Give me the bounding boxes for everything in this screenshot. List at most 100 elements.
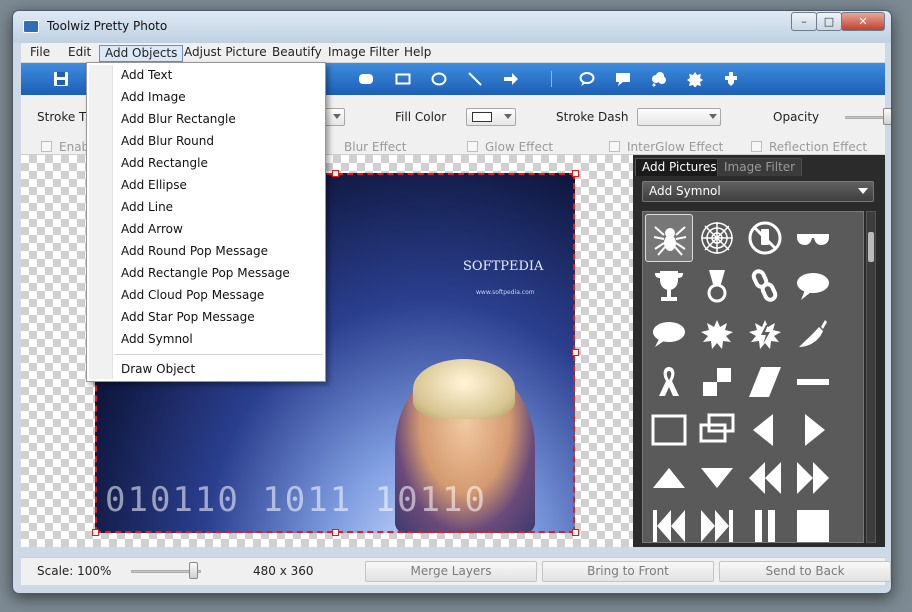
menu-item-add-image[interactable]: Add Image [121, 88, 186, 106]
menu-item-add-symnol[interactable]: Add Symnol [121, 330, 193, 348]
symbol-triangle-down[interactable] [693, 454, 741, 502]
menu-item-add-blur-rectangle[interactable]: Add Blur Rectangle [121, 110, 236, 128]
symbol-triangle-right[interactable] [789, 406, 837, 454]
menu-item-add-line[interactable]: Add Line [121, 198, 173, 216]
menu-item-add-round-pop-message[interactable]: Add Round Pop Message [121, 242, 268, 260]
star-pop-icon[interactable] [687, 71, 703, 87]
symbol-rectangle-outline[interactable] [645, 406, 693, 454]
interglow-effect-checkbox[interactable] [609, 141, 620, 152]
symbol-pause-bars[interactable] [741, 502, 789, 542]
reflection-effect-checkbox[interactable] [751, 141, 762, 152]
menu-file[interactable]: File [25, 45, 55, 62]
menu-item-add-text[interactable]: Add Text [121, 66, 172, 84]
symbol-pepper[interactable] [789, 310, 837, 358]
symbol-step-squares[interactable] [693, 358, 741, 406]
side-panel: Add Pictures Image Filter Add Symnol [633, 155, 885, 547]
symbol-double-left[interactable] [741, 454, 789, 502]
symbol-skip-right[interactable] [693, 502, 741, 542]
resize-handle-right[interactable] [572, 349, 579, 356]
menu-item-add-star-pop-message[interactable]: Add Star Pop Message [121, 308, 255, 326]
resize-handle-top-right[interactable] [572, 170, 579, 177]
image-dimensions: 480 x 360 [253, 564, 314, 578]
close-button[interactable]: ✕ [841, 12, 885, 31]
menu-item-add-cloud-pop-message[interactable]: Add Cloud Pop Message [121, 286, 264, 304]
bring-to-front-button[interactable]: Bring to Front [542, 561, 714, 582]
arrow-icon[interactable] [503, 71, 519, 87]
symbol-grid-scrollbar[interactable] [866, 211, 876, 543]
menu-item-draw-object[interactable]: Draw Object [121, 360, 195, 378]
resize-handle-bottom[interactable] [332, 529, 339, 536]
glow-effect-checkbox[interactable] [467, 141, 478, 152]
symbol-icon[interactable] [723, 71, 739, 87]
menu-item-add-arrow[interactable]: Add Arrow [121, 220, 183, 238]
rounded-rectangle-icon[interactable] [358, 71, 374, 87]
tab-add-pictures[interactable]: Add Pictures [635, 158, 724, 176]
symbol-skip-left[interactable] [645, 502, 693, 542]
symbol-triangle-up[interactable] [645, 454, 693, 502]
menu-item-add-ellipse[interactable]: Add Ellipse [121, 176, 187, 194]
minimize-button[interactable]: – [791, 12, 817, 31]
symbol-speech-bubble[interactable] [789, 262, 837, 310]
resize-handle-top[interactable] [332, 170, 339, 177]
symbol-category-select[interactable]: Add Symnol [642, 181, 874, 202]
app-icon [23, 20, 39, 33]
merge-layers-button[interactable]: Merge Layers [365, 561, 537, 582]
symbol-trophy[interactable] [645, 262, 693, 310]
symbol-burst-lightning[interactable] [741, 310, 789, 358]
symbol-speech-bubble-2[interactable] [645, 310, 693, 358]
fill-color-label: Fill Color [395, 110, 447, 124]
scrollbar-thumb[interactable] [868, 232, 874, 262]
menu-edit[interactable]: Edit [63, 45, 96, 62]
menu-help[interactable]: Help [399, 45, 436, 62]
symbol-burst[interactable] [693, 310, 741, 358]
window-title: Toolwiz Pretty Photo [47, 19, 168, 33]
menu-item-add-rectangle-pop-message[interactable]: Add Rectangle Pop Message [121, 264, 290, 282]
rectangle-icon[interactable] [395, 71, 411, 87]
symbol-category-value: Add Symnol [649, 184, 721, 198]
stroke-dash-label: Stroke Dash [556, 110, 629, 124]
cloud-pop-icon[interactable] [651, 71, 667, 87]
toolbar-separator [551, 71, 552, 87]
symbol-chain-link[interactable] [741, 262, 789, 310]
menu-adjust-picture[interactable]: Adjust Picture [179, 45, 272, 62]
symbol-spiderweb[interactable] [693, 214, 741, 262]
fill-color-picker[interactable] [466, 108, 516, 126]
opacity-label: Opacity [773, 110, 820, 124]
symbol-spider[interactable] [645, 214, 693, 262]
rect-pop-icon[interactable] [615, 71, 631, 87]
scale-slider-thumb[interactable] [189, 562, 198, 579]
resize-handle-bottom-right[interactable] [572, 529, 579, 536]
line-icon[interactable] [467, 71, 483, 87]
stroke-dash-select[interactable] [637, 108, 721, 126]
enable-shadow-checkbox[interactable] [41, 141, 52, 152]
symbol-dash-line[interactable] [789, 358, 837, 406]
menu-item-add-blur-round[interactable]: Add Blur Round [121, 132, 214, 150]
menu-image-filter[interactable]: Image Filter [323, 45, 404, 62]
fill-color-swatch [472, 112, 492, 122]
symbol-sunglasses[interactable] [789, 214, 837, 262]
symbol-double-rectangle[interactable] [693, 406, 741, 454]
menu-item-add-rectangle[interactable]: Add Rectangle [121, 154, 208, 172]
ellipse-icon[interactable] [431, 71, 447, 87]
symbol-square[interactable] [789, 502, 837, 542]
window-controls: – □ ✕ [791, 12, 885, 31]
symbol-no-phone[interactable] [741, 214, 789, 262]
menu-add-objects[interactable]: Add Objects [99, 45, 184, 62]
opacity-slider-thumb[interactable] [883, 108, 891, 125]
save-icon[interactable] [53, 71, 69, 87]
menu-beautify[interactable]: Beautify [267, 45, 327, 62]
add-objects-menu: Add Text Add Image Add Blur Rectangle Ad… [86, 62, 326, 382]
send-to-back-button[interactable]: Send to Back [719, 561, 891, 582]
symbol-triangle-left[interactable] [741, 406, 789, 454]
glow-effect-label: Glow Effect [485, 140, 554, 154]
status-bar: Scale: 100% 480 x 360 Merge Layers Bring… [21, 557, 891, 585]
resize-handle-bottom-left[interactable] [92, 529, 99, 536]
symbol-ribbon[interactable] [645, 358, 693, 406]
symbol-parallelogram[interactable] [741, 358, 789, 406]
maximize-button[interactable]: □ [816, 12, 842, 31]
symbol-medal[interactable] [693, 262, 741, 310]
menu-bar: File Edit Add Objects Adjust Picture Bea… [21, 43, 885, 63]
symbol-double-right[interactable] [789, 454, 837, 502]
round-pop-icon[interactable] [579, 71, 595, 87]
tab-image-filter[interactable]: Image Filter [717, 158, 803, 176]
